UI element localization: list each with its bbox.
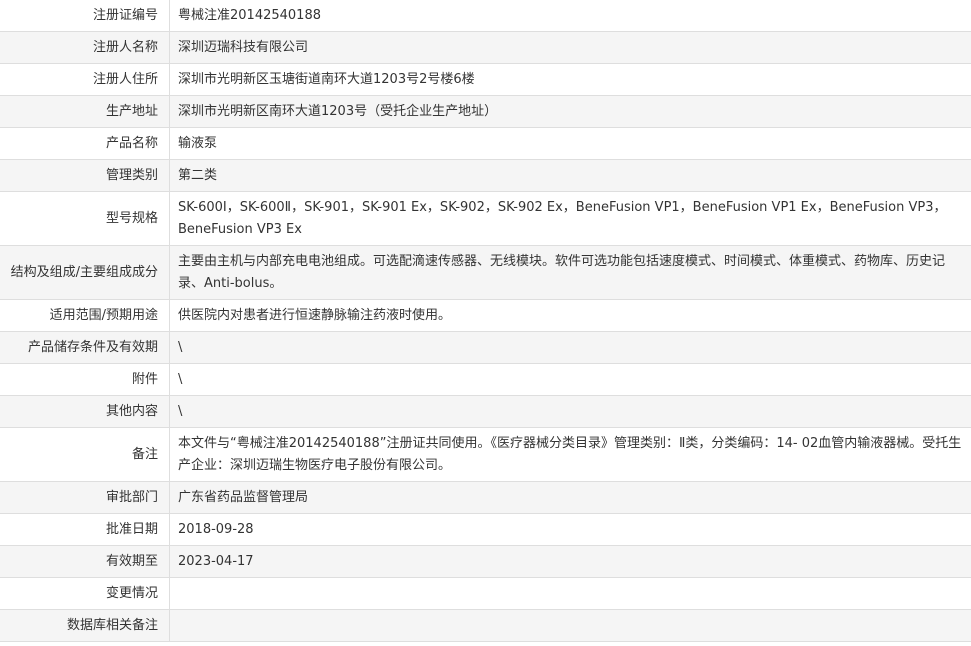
field-value: 深圳迈瑞科技有限公司 [169, 31, 971, 64]
field-value: 供医院内对患者进行恒速静脉输注药液时使用。 [169, 299, 971, 332]
table-row: 有效期至 2023-04-17 [0, 545, 971, 578]
table-row: 注册证编号 粤械注准20142540188 [0, 0, 971, 32]
field-label: 有效期至 [0, 545, 170, 578]
field-label: 适用范围/预期用途 [0, 299, 170, 332]
table-row: 注册人名称 深圳迈瑞科技有限公司 [0, 31, 971, 64]
table-row: 生产地址 深圳市光明新区南环大道1203号（受托企业生产地址） [0, 95, 971, 128]
field-value: 第二类 [169, 159, 971, 192]
field-value: 深圳市光明新区玉塘街道南环大道1203号2号楼6楼 [169, 63, 971, 96]
table-row: 型号规格 SK-600Ⅰ，SK-600Ⅱ，SK-901，SK-901 Ex，SK… [0, 191, 971, 246]
field-label: 变更情况 [0, 577, 170, 610]
table-row: 变更情况 [0, 577, 971, 610]
field-label: 批准日期 [0, 513, 170, 546]
field-label: 注册人住所 [0, 63, 170, 96]
field-value [169, 577, 971, 610]
field-label: 附件 [0, 363, 170, 396]
table-row: 数据库相关备注 [0, 609, 971, 642]
field-label: 审批部门 [0, 481, 170, 514]
field-label: 型号规格 [0, 191, 170, 246]
table-row: 管理类别 第二类 [0, 159, 971, 192]
field-value: \ [169, 395, 971, 428]
table-row: 产品储存条件及有效期 \ [0, 331, 971, 364]
field-value: 2018-09-28 [169, 513, 971, 546]
field-value [169, 609, 971, 642]
field-label: 备注 [0, 427, 170, 482]
registration-detail-table: 注册证编号 粤械注准20142540188 注册人名称 深圳迈瑞科技有限公司 注… [0, 0, 971, 642]
field-value: \ [169, 363, 971, 396]
table-row: 附件 \ [0, 363, 971, 396]
field-label: 结构及组成/主要组成成分 [0, 245, 170, 300]
table-row: 批准日期 2018-09-28 [0, 513, 971, 546]
table-row: 备注 本文件与“粤械注准20142540188”注册证共同使用。《医疗器械分类目… [0, 427, 971, 482]
table-row: 适用范围/预期用途 供医院内对患者进行恒速静脉输注药液时使用。 [0, 299, 971, 332]
table-row: 审批部门 广东省药品监督管理局 [0, 481, 971, 514]
field-value: 2023-04-17 [169, 545, 971, 578]
field-label: 生产地址 [0, 95, 170, 128]
table-row: 结构及组成/主要组成成分 主要由主机与内部充电电池组成。可选配滴速传感器、无线模… [0, 245, 971, 300]
field-value: 深圳市光明新区南环大道1203号（受托企业生产地址） [169, 95, 971, 128]
field-value: SK-600Ⅰ，SK-600Ⅱ，SK-901，SK-901 Ex，SK-902，… [169, 191, 971, 246]
field-label: 产品名称 [0, 127, 170, 160]
field-label: 注册人名称 [0, 31, 170, 64]
table-row: 产品名称 输液泵 [0, 127, 971, 160]
field-label: 产品储存条件及有效期 [0, 331, 170, 364]
field-value: 本文件与“粤械注准20142540188”注册证共同使用。《医疗器械分类目录》管… [169, 427, 971, 482]
field-label: 管理类别 [0, 159, 170, 192]
field-value: \ [169, 331, 971, 364]
field-value: 输液泵 [169, 127, 971, 160]
field-label: 数据库相关备注 [0, 609, 170, 642]
table-row: 注册人住所 深圳市光明新区玉塘街道南环大道1203号2号楼6楼 [0, 63, 971, 96]
field-value: 广东省药品监督管理局 [169, 481, 971, 514]
table-row: 其他内容 \ [0, 395, 971, 428]
field-value: 主要由主机与内部充电电池组成。可选配滴速传感器、无线模块。软件可选功能包括速度模… [169, 245, 971, 300]
field-label: 其他内容 [0, 395, 170, 428]
field-value: 粤械注准20142540188 [169, 0, 971, 32]
field-label: 注册证编号 [0, 0, 170, 32]
